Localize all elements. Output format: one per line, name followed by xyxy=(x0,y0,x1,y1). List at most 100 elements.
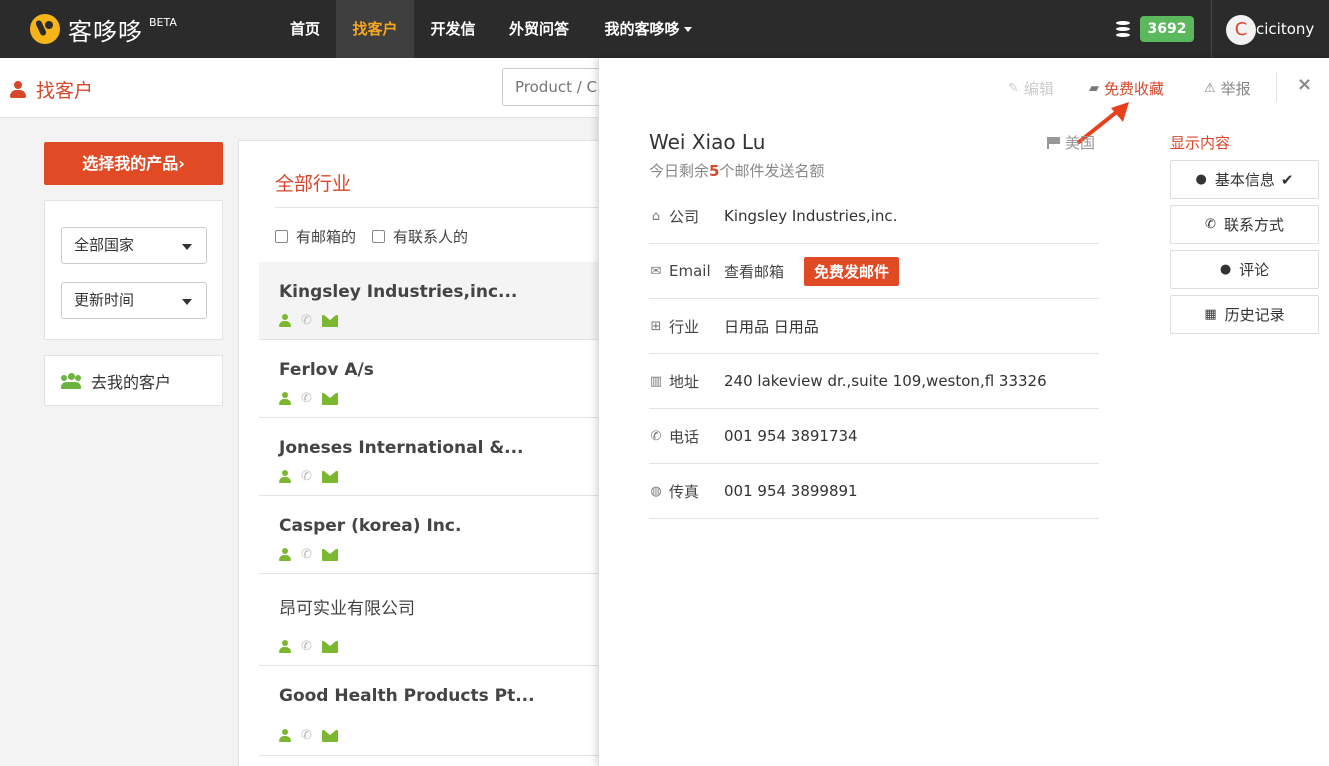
industry-key: ⊞ 行业 xyxy=(649,316,724,337)
industry-row: ⊞ 行业 日用品 日用品 xyxy=(649,299,1099,354)
customer-name: 昂可实业有限公司 xyxy=(279,599,415,619)
mail-icon xyxy=(322,392,338,405)
industry-value: 日用品 日用品 xyxy=(724,317,819,336)
username[interactable]: cicitony xyxy=(1256,0,1314,58)
list-item[interactable]: Casper (korea) Inc. ✆ xyxy=(259,496,609,574)
list-item[interactable]: Joneses International &... ✆ xyxy=(259,418,609,496)
nav-trade-qa[interactable]: 外贸问答 xyxy=(492,0,586,58)
customer-name: Ferlov A/s xyxy=(279,360,374,380)
logo-icon xyxy=(30,14,60,44)
page-title-text: 找客户 xyxy=(36,80,94,102)
email-label: Email xyxy=(669,262,711,280)
view-email-link[interactable]: 查看邮箱 xyxy=(724,261,784,282)
quota-prefix: 今日剩余 xyxy=(649,162,710,180)
sort-select[interactable]: 更新时间 xyxy=(61,282,207,319)
email-key: ✉ Email xyxy=(649,262,724,280)
has-email-filter[interactable]: 有邮箱的 xyxy=(275,226,356,247)
phone-icon: ✆ xyxy=(301,547,312,562)
mail-icon xyxy=(322,640,338,653)
address-value: 240 lakeview dr.,suite 109,weston,fl 333… xyxy=(724,372,1047,390)
customer-name: Kingsley Industries,inc... xyxy=(279,282,518,302)
credits-badge[interactable]: 3692 xyxy=(1140,16,1194,42)
fax-label: 传真 xyxy=(669,482,700,501)
contact-methods-button[interactable]: ✆ 联系方式 xyxy=(1170,205,1319,244)
customer-icons: ✆ xyxy=(279,314,338,327)
nav-find-customers[interactable]: 找客户 xyxy=(336,0,414,58)
has-contact-label: 有联系人的 xyxy=(393,228,469,246)
industry-title: 全部行业 xyxy=(275,173,352,195)
phone-icon: ✆ xyxy=(301,469,312,484)
detail-toolbar: ✎ 编辑 ▰ 免费收藏 ⚠ 举报 × xyxy=(599,58,1329,144)
mail-icon xyxy=(322,729,338,742)
nav-my-account-label: 我的客哆哆 xyxy=(604,20,680,38)
list-item[interactable]: Ferlov A/s ✆ xyxy=(259,340,609,418)
nav-dev-letter[interactable]: 开发信 xyxy=(414,0,492,58)
customer-name: Casper (korea) Inc. xyxy=(279,516,462,536)
list-item[interactable]: Good Health Products Pt... ✆ xyxy=(259,666,609,756)
mail-icon xyxy=(322,470,338,483)
select-product-button[interactable]: 选择我的产品› xyxy=(44,142,223,185)
logo[interactable]: 客哆哆 BETA xyxy=(30,14,177,46)
filter-box: 全部国家 更新时间 xyxy=(44,200,223,340)
email-row: ✉ Email 查看邮箱 免费发邮件 xyxy=(649,244,1099,299)
quota-suffix: 个邮件发送名额 xyxy=(719,162,825,180)
report-label: 举报 xyxy=(1220,80,1251,98)
select-product-label: 选择我的产品 xyxy=(82,154,179,173)
close-icon[interactable]: × xyxy=(1297,74,1312,95)
email-quota: 今日剩余5个邮件发送名额 xyxy=(649,160,824,181)
database-icon xyxy=(1116,21,1130,37)
sort-select-value: 更新时间 xyxy=(74,291,135,309)
phone-icon: ✆ xyxy=(301,313,312,328)
comments-button[interactable]: ● 评论 xyxy=(1170,250,1319,289)
fax-key: ◍ 传真 xyxy=(649,481,724,502)
list-item[interactable]: Kingsley Industries,inc... ✆ xyxy=(259,262,609,340)
favorite-button[interactable]: ▰ 免费收藏 xyxy=(1089,78,1164,99)
nav-divider xyxy=(1211,0,1212,58)
edit-button[interactable]: ✎ 编辑 xyxy=(1008,78,1054,99)
home-icon: ⌂ xyxy=(651,208,661,224)
my-customers-link[interactable]: 去我的客户 xyxy=(44,355,223,406)
nav-home[interactable]: 首页 xyxy=(274,0,336,58)
person-icon xyxy=(279,729,291,742)
customer-name: Good Health Products Pt... xyxy=(279,686,535,706)
my-customers-label: 去我的客户 xyxy=(91,372,172,392)
phone-icon: ✆ xyxy=(650,428,662,444)
calendar-icon: ▦ xyxy=(1204,307,1217,322)
list-item[interactable]: 昂可实业有限公司 ✆ xyxy=(259,574,609,666)
report-button[interactable]: ⚠ 举报 xyxy=(1204,78,1251,99)
has-email-label: 有邮箱的 xyxy=(296,228,357,246)
has-contact-filter[interactable]: 有联系人的 xyxy=(372,226,468,247)
list-filters: 有邮箱的 有联系人的 xyxy=(275,207,609,263)
building-icon: ▥ xyxy=(649,373,663,389)
logo-text: 客哆哆 xyxy=(68,17,143,46)
country-select[interactable]: 全部国家 xyxy=(61,227,207,264)
avatar[interactable]: C xyxy=(1226,15,1256,45)
customer-icons: ✆ xyxy=(279,640,338,653)
has-email-checkbox[interactable] xyxy=(275,230,288,243)
chevron-right-icon: › xyxy=(178,154,185,173)
edit-label: 编辑 xyxy=(1023,80,1054,98)
phone-icon: ✆ xyxy=(301,728,312,743)
page-title: 找客户 xyxy=(10,76,93,103)
person-icon xyxy=(279,314,291,327)
phone-icon: ✆ xyxy=(1205,217,1216,232)
address-label: 地址 xyxy=(669,372,700,391)
customer-name: Joneses International &... xyxy=(279,438,524,458)
toolbar-divider xyxy=(1276,72,1277,102)
company-row: ⌂ 公司 Kingsley Industries,inc. xyxy=(649,189,1099,244)
phone-icon: ✆ xyxy=(301,639,312,654)
chevron-down-icon xyxy=(683,27,692,32)
history-button[interactable]: ▦ 历史记录 xyxy=(1170,295,1319,334)
basic-info-label: 基本信息 xyxy=(1214,171,1275,189)
customer-icons: ✆ xyxy=(279,729,338,742)
favorite-label: 免费收藏 xyxy=(1104,80,1165,98)
customer-icons: ✆ xyxy=(279,392,338,405)
has-contact-checkbox[interactable] xyxy=(372,230,386,243)
caret-down-icon xyxy=(182,299,192,305)
basic-info-button[interactable]: ● 基本信息 ✔ xyxy=(1170,160,1319,199)
mail-icon xyxy=(322,314,338,327)
phone-key: ✆ 电话 xyxy=(649,426,724,447)
country-tag: 美国 xyxy=(1047,132,1095,153)
send-free-email-button[interactable]: 免费发邮件 xyxy=(804,256,900,286)
nav-my-account[interactable]: 我的客哆哆 xyxy=(586,0,710,58)
